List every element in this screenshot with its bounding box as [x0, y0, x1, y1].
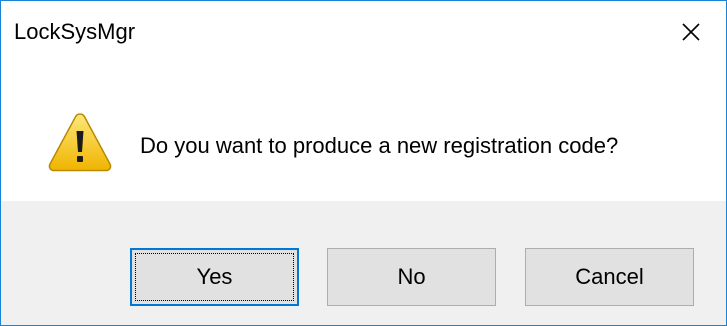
- dialog-message: Do you want to produce a new registratio…: [140, 133, 619, 158]
- title-bar[interactable]: LockSysMgr: [1, 1, 726, 63]
- close-icon: [682, 23, 700, 41]
- button-bar: Yes No Cancel: [1, 201, 726, 325]
- dialog-content: Do you want to produce a new registratio…: [1, 63, 726, 201]
- warning-icon: [48, 113, 112, 172]
- no-button[interactable]: No: [327, 248, 496, 306]
- message-dialog: LockSysMgr Do you want to produce a new …: [0, 0, 727, 326]
- window-title: LockSysMgr: [14, 19, 136, 44]
- cancel-button[interactable]: Cancel: [525, 248, 694, 306]
- close-button[interactable]: [656, 1, 726, 63]
- yes-button[interactable]: Yes: [130, 248, 299, 306]
